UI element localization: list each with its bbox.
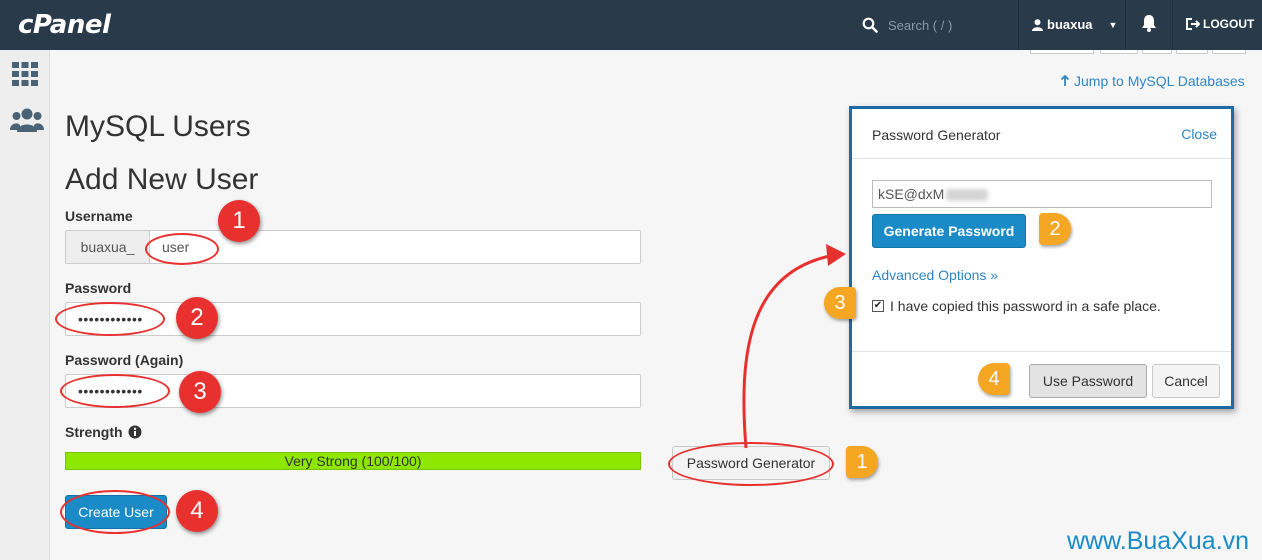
annotation-arrow xyxy=(742,244,846,449)
annotation-ring xyxy=(145,233,219,265)
watermark: www.BuaXua.vn xyxy=(1067,527,1250,555)
step-badge-1: 1 xyxy=(218,200,260,242)
step-badge-2: 2 xyxy=(176,297,218,339)
popup-step-badge-1: 1 xyxy=(846,446,878,478)
annotation-ring xyxy=(55,302,165,336)
popup-step-badge-4: 4 xyxy=(978,363,1010,395)
annotation-ring xyxy=(668,442,834,486)
popup-step-badge-3: 3 xyxy=(824,287,856,319)
popup-step-badge-2: 2 xyxy=(1039,213,1071,245)
annotation-ring xyxy=(60,374,170,408)
step-badge-3: 3 xyxy=(179,371,221,413)
step-badge-4: 4 xyxy=(176,490,218,532)
annotation-ring xyxy=(60,490,170,534)
